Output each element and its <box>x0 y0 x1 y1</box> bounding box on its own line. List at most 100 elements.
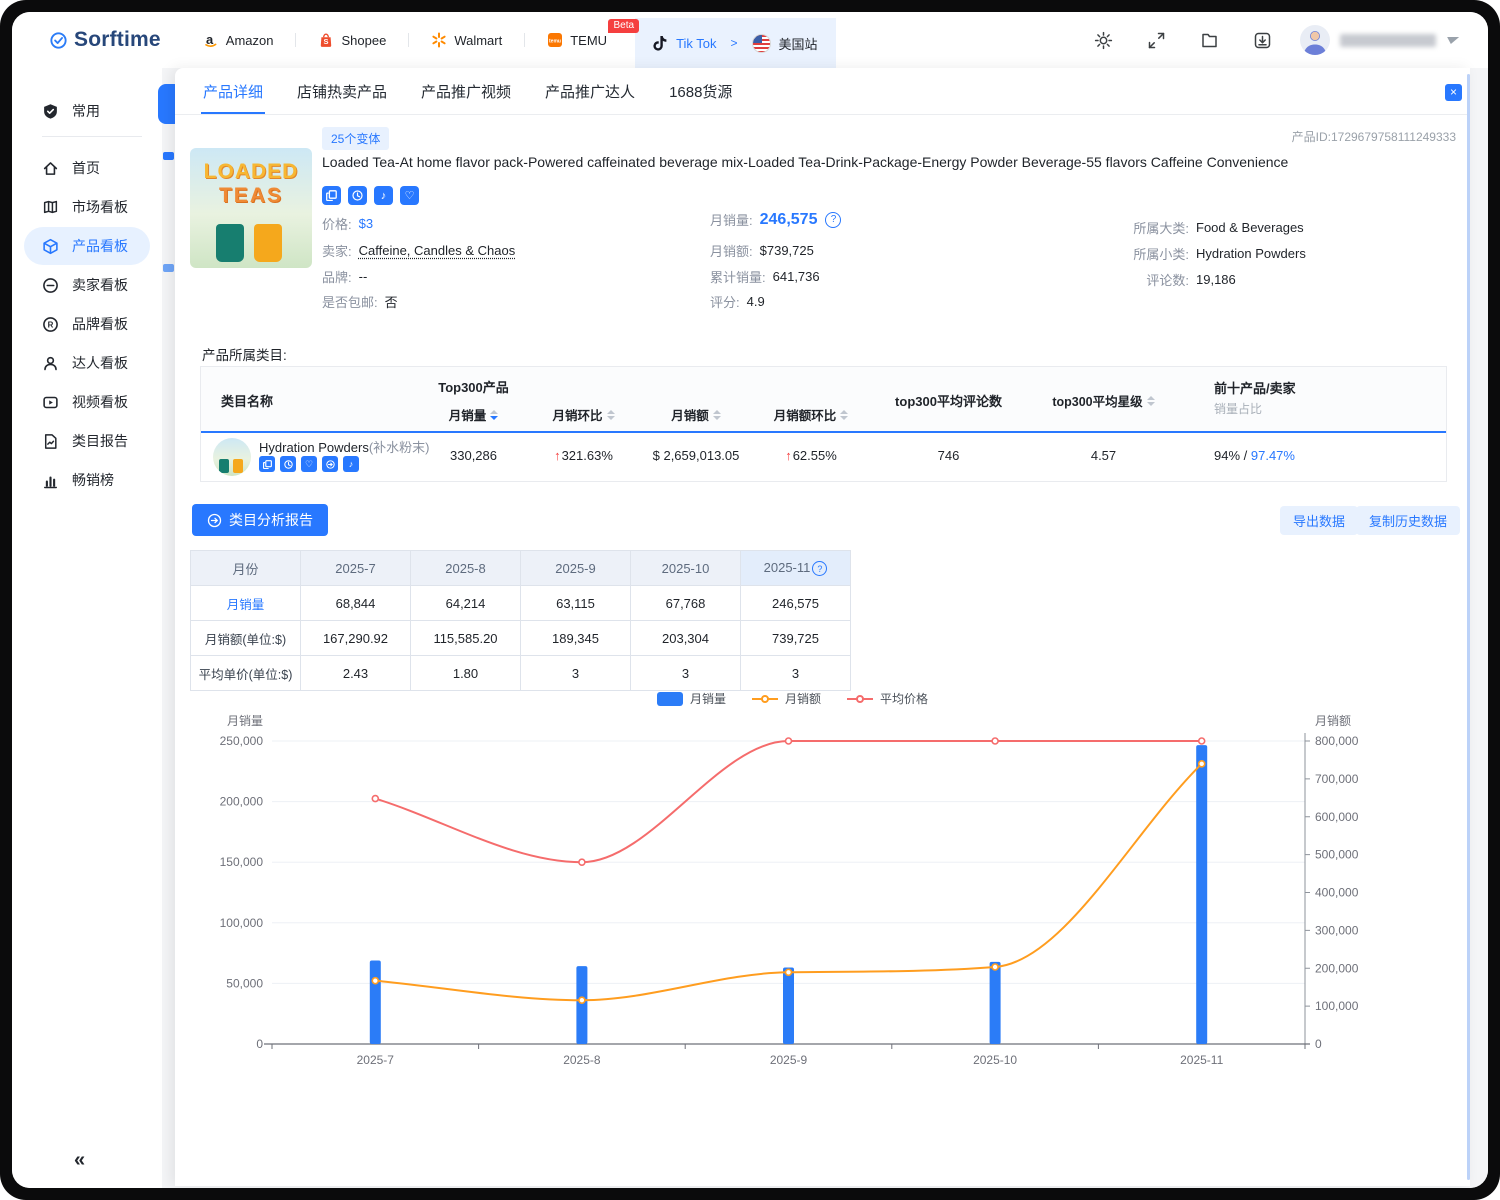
panel-tabs: 产品详细 店铺热卖产品 产品推广视频 产品推广达人 1688货源 <box>175 68 1470 115</box>
report-arrow-icon[interactable] <box>322 456 338 472</box>
svg-text:100,000: 100,000 <box>220 916 264 930</box>
cell-avg-rating: 4.57 <box>1031 448 1176 463</box>
history-icon[interactable] <box>280 456 296 472</box>
avatar[interactable] <box>1300 25 1330 55</box>
col-header-revenue[interactable]: 月销额 <box>636 405 756 424</box>
tab-shop-hot-products[interactable]: 店铺热卖产品 <box>295 68 389 114</box>
monthly-cell: 167,290.92 <box>301 621 411 656</box>
download-icon[interactable] <box>1253 31 1272 50</box>
close-icon[interactable]: × <box>1445 84 1462 101</box>
tiktok-icon[interactable]: ♪ <box>343 456 359 472</box>
sidebar-item-market[interactable]: 市场看板 <box>24 188 150 226</box>
files-icon[interactable] <box>1200 31 1219 50</box>
platform-shopee[interactable]: S Shopee <box>318 32 386 48</box>
sidebar-section-label: 常用 <box>72 101 100 121</box>
svg-text:50,000: 50,000 <box>226 976 263 990</box>
field-price: 价格:$3 <box>322 214 373 233</box>
legend-item[interactable]: 月销额 <box>752 690 821 707</box>
amazon-icon: a <box>203 32 219 48</box>
svg-text:0: 0 <box>256 1037 263 1051</box>
product-image[interactable]: LOADED TEAS <box>190 148 312 268</box>
platform-temu[interactable]: temu TEMU Beta <box>547 32 607 48</box>
sidebar-item-product[interactable]: 产品看板 <box>24 227 150 265</box>
favorite-icon[interactable]: ♡ <box>400 186 419 205</box>
sidebar-item-home[interactable]: 首页 <box>24 149 150 187</box>
tiktok-icon[interactable]: ♪ <box>374 186 393 205</box>
sidebar-collapse-button[interactable]: « <box>74 1149 83 1172</box>
help-icon[interactable]: ? <box>825 212 841 228</box>
field-value: 246,575 <box>760 211 818 229</box>
report-icon <box>42 433 59 450</box>
field-value: 641,736 <box>773 269 820 284</box>
svg-text:800,000: 800,000 <box>1315 734 1359 748</box>
col-header-sales-mom[interactable]: 月销环比 <box>531 405 636 424</box>
field-value: Food & Beverages <box>1196 220 1304 235</box>
sidebar-item-label: 品牌看板 <box>72 314 128 334</box>
sidebar-item-influencer[interactable]: 达人看板 <box>24 344 150 382</box>
scrollbar-thumb[interactable] <box>1467 74 1470 1180</box>
sidebar-item-bestsellers[interactable]: 畅销榜 <box>24 461 150 499</box>
settings-icon[interactable] <box>1094 31 1113 50</box>
tab-1688-sourcing[interactable]: 1688货源 <box>667 68 734 114</box>
platform-amazon[interactable]: a Amazon <box>203 32 274 48</box>
orange-cup-graphic <box>254 224 282 262</box>
dropdown-caret-icon[interactable] <box>1445 37 1459 44</box>
sort-icon <box>1147 396 1155 406</box>
product-detail-panel: 产品详细 店铺热卖产品 产品推广视频 产品推广达人 1688货源 × 25个变体… <box>175 68 1470 1186</box>
col-label: 月销环比 <box>552 405 602 424</box>
favorite-icon[interactable]: ♡ <box>301 456 317 472</box>
tab-product-detail[interactable]: 产品详细 <box>201 68 265 114</box>
username-redacted[interactable] <box>1340 34 1436 47</box>
variants-badge[interactable]: 25个变体 <box>322 127 389 150</box>
svg-text:300,000: 300,000 <box>1315 923 1359 937</box>
legend-item[interactable]: 月销量 <box>657 690 726 707</box>
legend-label: 平均价格 <box>880 690 928 707</box>
col-header-revenue-mom[interactable]: 月销额环比 <box>756 405 866 424</box>
sidebar-item-brand[interactable]: R 品牌看板 <box>24 305 150 343</box>
field-label: 所属大类: <box>1125 218 1189 237</box>
monthly-row-label[interactable]: 月销量 <box>191 586 301 621</box>
col-header-top10-sub: 销量占比 <box>1214 400 1262 417</box>
product-icon <box>42 238 59 255</box>
screen-frame: Sorftime a Amazon S Shopee Walmart temu … <box>0 0 1500 1200</box>
product-id: 产品ID:1729679758111249333 <box>1292 128 1456 145</box>
help-icon[interactable]: ? <box>812 561 827 576</box>
sidebar-item-video[interactable]: 视频看板 <box>24 383 150 421</box>
category-thumbnail[interactable] <box>213 438 251 476</box>
sidebar-item-seller[interactable]: 卖家看板 <box>24 266 150 304</box>
col-header-avg-reviews: top300平均评论数 <box>866 391 1031 410</box>
sidebar-item-category-report[interactable]: 类目报告 <box>24 422 150 460</box>
region-label[interactable]: 美国站 <box>779 34 818 53</box>
category-name: Hydration Powders <box>259 440 369 455</box>
tab-promo-videos[interactable]: 产品推广视频 <box>419 68 513 114</box>
legend-item[interactable]: 平均价格 <box>847 690 928 707</box>
field-label: 评分: <box>710 292 740 311</box>
category-name-link[interactable]: Hydration Powders(补水粉末) <box>259 437 430 456</box>
tab-promo-influencers[interactable]: 产品推广达人 <box>543 68 637 114</box>
field-total-sales: 累计销量:641,736 <box>710 267 820 286</box>
category-report-button[interactable]: 类目分析报告 <box>192 504 328 536</box>
history-icon[interactable] <box>348 186 367 205</box>
brand-logo[interactable]: Sorftime <box>50 28 161 52</box>
fullscreen-icon[interactable] <box>1147 31 1166 50</box>
legend-marker <box>752 698 778 700</box>
col-header-avg-rating[interactable]: top300平均星级 <box>1031 391 1176 410</box>
col-header-monthly-sales[interactable]: 月销量 <box>416 405 531 424</box>
copy-history-button[interactable]: 复制历史数据 <box>1356 506 1460 535</box>
sidebar-section-common[interactable]: 常用 <box>12 94 162 128</box>
copy-icon[interactable] <box>322 186 341 205</box>
platform-tiktok-active[interactable]: Tik Tok > 美国站 <box>635 18 836 68</box>
sort-icon <box>840 410 848 420</box>
copy-icon[interactable] <box>259 456 275 472</box>
svg-text:月销额: 月销额 <box>1315 714 1351 728</box>
divider <box>408 33 409 47</box>
export-data-button[interactable]: 导出数据 <box>1280 506 1358 535</box>
cell-value-seller-share[interactable]: 97.47% <box>1251 448 1295 463</box>
sidebar-item-label: 畅销榜 <box>72 470 114 490</box>
svg-text:400,000: 400,000 <box>1315 886 1359 900</box>
monthly-cell: 189,345 <box>521 621 631 656</box>
platform-walmart[interactable]: Walmart <box>431 32 502 48</box>
svg-text:500,000: 500,000 <box>1315 848 1359 862</box>
legend-label: 月销额 <box>785 690 821 707</box>
seller-link[interactable]: Caffeine, Candles & Chaos <box>359 243 516 258</box>
